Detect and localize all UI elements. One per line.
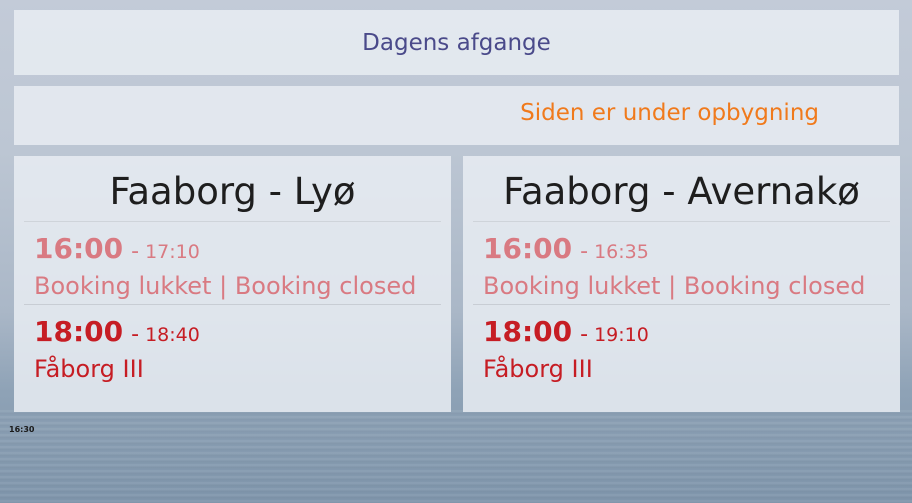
- notice-bar: Siden er under opbygning: [14, 86, 899, 145]
- arrival-time: 16:35: [594, 241, 649, 263]
- route-title: Faaborg - Avernakø: [473, 156, 890, 222]
- time-separator: -: [580, 322, 589, 347]
- header-bar: Dagens afgange: [14, 10, 899, 75]
- arrival-time: 19:10: [594, 324, 649, 346]
- departure-row: 18:00 - 19:10 Fåborg III: [473, 304, 890, 386]
- departure-time: 18:00: [34, 315, 124, 348]
- departure-time: 16:00: [34, 232, 124, 265]
- sea-background: [0, 410, 912, 503]
- clock-readout: 16:30: [9, 425, 35, 434]
- arrival-time: 18:40: [145, 324, 200, 346]
- construction-notice: Siden er under opbygning: [520, 100, 819, 126]
- route-card-faaborg-lyo: Faaborg - Lyø 16:00 - 17:10 Booking lukk…: [14, 156, 451, 412]
- page-title: Dagens afgange: [362, 29, 551, 56]
- ferry-name: Fåborg III: [483, 355, 593, 383]
- departure-status: Booking lukket | Booking closed: [34, 272, 417, 300]
- departure-row: 16:00 - 17:10 Booking lukket | Booking c…: [24, 222, 441, 304]
- departure-time: 18:00: [483, 315, 573, 348]
- time-separator: -: [131, 322, 140, 347]
- arrival-time: 17:10: [145, 241, 200, 263]
- departure-row: 18:00 - 18:40 Fåborg III: [24, 304, 441, 386]
- time-separator: -: [131, 239, 140, 264]
- time-separator: -: [580, 239, 589, 264]
- departure-row: 16:00 - 16:35 Booking lukket | Booking c…: [473, 222, 890, 304]
- departure-time: 16:00: [483, 232, 573, 265]
- route-card-faaborg-avernako: Faaborg - Avernakø 16:00 - 16:35 Booking…: [463, 156, 900, 412]
- ferry-name: Fåborg III: [34, 355, 144, 383]
- route-title: Faaborg - Lyø: [24, 156, 441, 222]
- departure-status: Booking lukket | Booking closed: [483, 272, 866, 300]
